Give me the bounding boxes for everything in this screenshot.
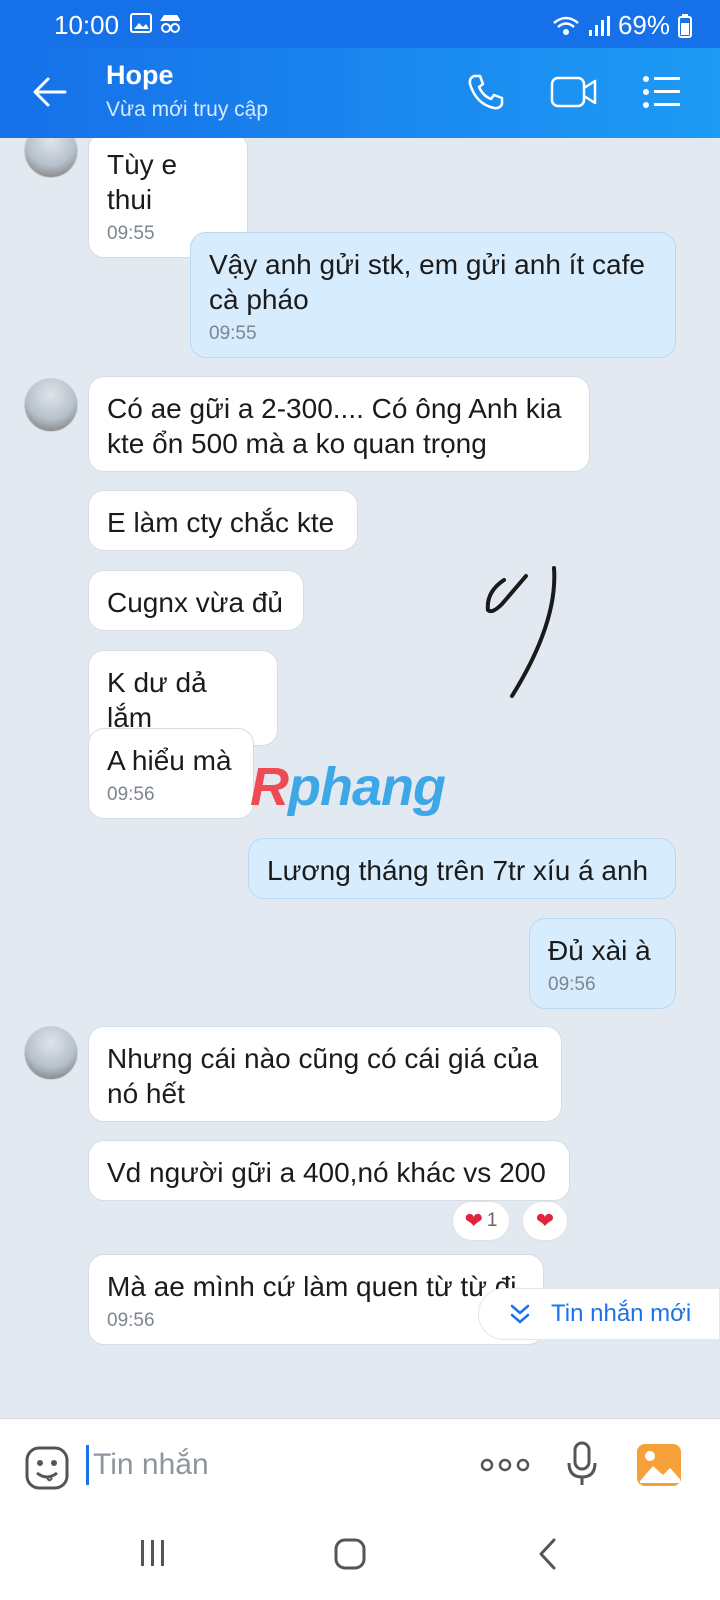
- image-icon[interactable]: [636, 1443, 682, 1492]
- signal-icon: [588, 15, 610, 36]
- emoji-icon[interactable]: [24, 1445, 70, 1496]
- contact-name[interactable]: Hope: [106, 60, 174, 91]
- message-time: 09:55: [209, 323, 257, 344]
- message-time: 09:56: [548, 974, 596, 995]
- home-icon[interactable]: [334, 1538, 366, 1575]
- handwritten-mark: [485, 566, 557, 698]
- message-input[interactable]: Tin nhắn: [86, 1445, 209, 1485]
- new-messages-button[interactable]: Tin nhắn mới: [478, 1288, 720, 1340]
- add-reaction-button[interactable]: ❤: [522, 1201, 568, 1241]
- status-bar: 10:00 69%: [0, 0, 720, 48]
- message-outgoing[interactable]: Lương tháng trên 7tr xíu á anh: [248, 838, 676, 899]
- wifi-icon: [553, 16, 579, 35]
- message-outgoing[interactable]: Vậy anh gửi stk, em gửi anh ít cafe cà p…: [190, 232, 676, 358]
- double-chevron-down-icon: [510, 1304, 530, 1324]
- message-list[interactable]: Tùy e thui 09:55 Vậy anh gửi stk, em gửi…: [0, 138, 720, 1418]
- reaction-heart-count[interactable]: ❤ 1: [452, 1201, 510, 1241]
- message-incoming[interactable]: Cugnx vừa đủ: [88, 570, 304, 631]
- battery-percent: 69%: [617, 10, 670, 40]
- microphone-icon[interactable]: [566, 1441, 598, 1494]
- back-nav-icon[interactable]: [538, 1538, 558, 1575]
- message-incoming[interactable]: Nhưng cái nào cũng có cái giá của nó hết: [88, 1026, 562, 1122]
- more-dots-icon[interactable]: [480, 1455, 530, 1480]
- heart-icon: ❤: [464, 1208, 483, 1233]
- message-incoming[interactable]: E làm cty chắc kte: [88, 490, 358, 551]
- phone-icon[interactable]: [466, 72, 506, 117]
- composer-bar: Tin nhắn: [0, 1418, 720, 1519]
- status-time: 10:00: [54, 10, 120, 40]
- chat-header: Hope Vừa mới truy cập: [0, 48, 720, 138]
- message-incoming[interactable]: A hiểu mà 09:56: [88, 728, 254, 819]
- contact-status: Vừa mới truy cập: [106, 98, 269, 121]
- status-notification-icons: [130, 12, 181, 43]
- video-call-icon[interactable]: [550, 72, 598, 117]
- avatar[interactable]: [24, 378, 78, 432]
- message-incoming[interactable]: Có ae gữi a 2-300.... Có ông Anh kia kte…: [88, 376, 590, 472]
- recent-apps-icon[interactable]: [138, 1538, 168, 1573]
- back-arrow-icon[interactable]: [32, 74, 68, 115]
- avatar[interactable]: [24, 138, 78, 178]
- message-outgoing[interactable]: Đủ xài à 09:56: [529, 918, 676, 1009]
- message-time: 09:56: [107, 1310, 155, 1331]
- heart-icon: ❤: [535, 1208, 555, 1233]
- message-time: 09:56: [107, 784, 155, 805]
- message-incoming[interactable]: Mà ae mình cứ làm quen từ từ đi 09:56: [88, 1254, 544, 1345]
- message-incoming[interactable]: Vd người gữi a 400,nó khác vs 200: [88, 1140, 570, 1201]
- battery-icon: [678, 13, 692, 38]
- avatar[interactable]: [24, 1026, 78, 1080]
- system-nav-bar: [0, 1518, 720, 1600]
- list-menu-icon[interactable]: [642, 72, 682, 117]
- watermark-logo: Rphang: [250, 757, 446, 817]
